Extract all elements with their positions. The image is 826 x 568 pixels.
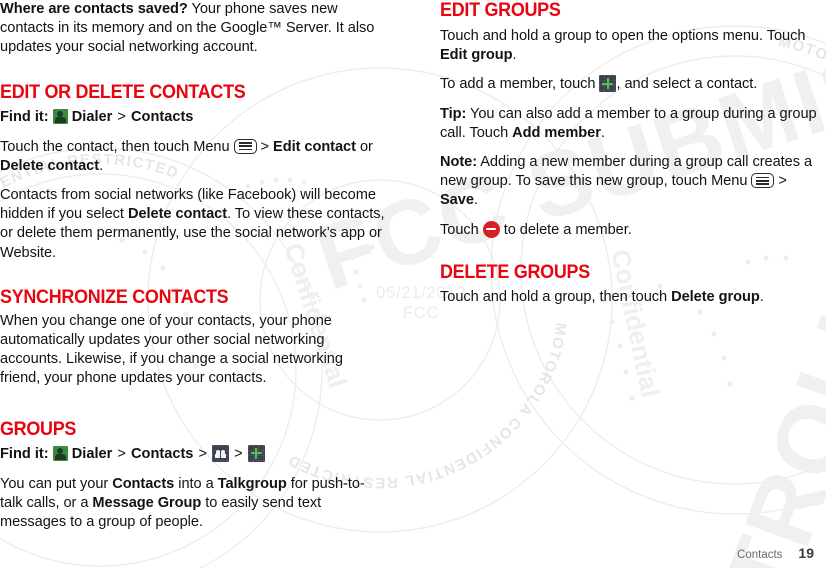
talkgroup-label: Talkgroup: [217, 475, 287, 492]
findit-separator: >: [117, 445, 126, 462]
text-run: .: [99, 157, 104, 174]
group-app-icon[interactable]: [212, 444, 230, 462]
edit-groups-paragraph-1: Touch and hold a group to open the optio…: [440, 27, 826, 65]
note-label: Note:: [440, 154, 478, 171]
intro-paragraph: Where are contacts saved? Your phone sav…: [0, 0, 386, 58]
synchronize-paragraph-1: When you change one of your contacts, yo…: [0, 312, 343, 387]
delete-groups-paragraph-1: Touch and hold a group, then touch Delet…: [440, 288, 826, 307]
findit-dialer: Dialer: [71, 108, 113, 125]
findit-separator: >: [234, 445, 243, 462]
text-run: You can put your: [0, 475, 113, 492]
findit-label: Find it:: [0, 108, 49, 125]
section-edit-delete-contacts: Edit or delete contacts: [0, 82, 386, 102]
text-run: Touch: [440, 221, 483, 238]
delete-contact-label: Delete contact: [127, 206, 228, 223]
findit-contacts: Contacts: [130, 445, 194, 462]
remove-minus-icon[interactable]: [482, 220, 500, 238]
section-groups: Groups: [0, 419, 386, 439]
intro-lead: Where are contacts saved?: [0, 1, 188, 17]
section-delete-groups: Delete groups: [440, 262, 826, 282]
heading-edit-groups: Edit groups: [440, 0, 561, 21]
heading-synchronize-contacts: Synchronize contacts: [0, 285, 229, 308]
edit-groups-tip: Tip: You can also add a member to a grou…: [440, 105, 826, 143]
menu-key-icon[interactable]: [233, 138, 257, 154]
findit-groups: Find it: Dialer > Contacts > >: [0, 444, 386, 465]
delete-group-label: Delete group: [671, 288, 760, 305]
left-column: Where are contacts saved? Your phone sav…: [0, 0, 386, 542]
tip-label: Tip:: [440, 105, 467, 122]
add-plus-icon[interactable]: [247, 444, 265, 462]
edit-groups-paragraph-2: To add a member, touch , and select a co…: [440, 75, 826, 94]
edit-delete-paragraph-2: Contacts from social networks (like Face…: [0, 186, 386, 263]
text-run: To add a member, touch: [440, 76, 600, 93]
edit-groups-note: Note: Adding a new member during a group…: [440, 153, 826, 211]
delete-contact-label: Delete contact: [0, 157, 100, 174]
dialer-app-icon[interactable]: [52, 108, 68, 124]
footer-page-number: 19: [798, 545, 814, 561]
text-run: Touch and hold a group, then touch: [440, 288, 672, 305]
text-run: >: [256, 138, 274, 155]
text-run: Touch the contact, then touch Menu: [0, 138, 234, 155]
edit-delete-paragraph-1: Touch the contact, then touch Menu > Edi…: [0, 138, 386, 176]
message-group-label: Message Group: [92, 494, 202, 511]
text-run: into a: [174, 475, 218, 492]
findit-label: Find it:: [0, 445, 49, 462]
edit-groups-remove-member: Touch to delete a member.: [440, 220, 826, 240]
add-plus-icon[interactable]: [599, 75, 617, 93]
menu-key-icon[interactable]: [751, 173, 775, 189]
text-run: .: [759, 288, 764, 305]
heading-groups: Groups: [0, 417, 77, 440]
findit-dialer: Dialer: [71, 445, 113, 462]
text-run: >: [774, 173, 787, 190]
contacts-label: Contacts: [112, 475, 175, 492]
document-page: MOTOROLA CONFIDENTIAL RESTRICTED MOTOROL…: [0, 0, 826, 568]
page-content: Where are contacts saved? Your phone sav…: [0, 0, 826, 568]
text-run: to delete a member.: [499, 221, 632, 238]
edit-group-label: Edit group: [440, 47, 513, 64]
findit-contacts: Contacts: [130, 108, 194, 125]
section-synchronize-contacts: Synchronize contacts: [0, 287, 386, 307]
text-run: .: [600, 124, 605, 141]
page-footer: Contacts 19: [737, 545, 814, 561]
add-member-label: Add member: [512, 124, 601, 141]
heading-delete-groups: Delete groups: [440, 260, 590, 283]
findit-separator: >: [198, 445, 208, 462]
text-run: or: [355, 138, 373, 155]
heading-edit-or-delete-contacts: Edit or delete contacts: [0, 80, 246, 103]
text-run: .: [512, 47, 517, 64]
section-edit-groups: Edit groups: [440, 0, 826, 20]
text-run: You can also add a member to a group dur…: [440, 105, 817, 141]
findit-edit-delete: Find it: Dialer > Contacts: [0, 107, 386, 128]
save-label: Save: [440, 192, 474, 209]
text-run: .: [473, 192, 478, 209]
footer-section-label: Contacts: [737, 549, 783, 561]
text-run: Touch and hold a group to open the optio…: [440, 28, 806, 44]
groups-paragraph-1: You can put your Contacts into a Talkgro…: [0, 475, 386, 533]
dialer-app-icon[interactable]: [52, 445, 68, 461]
findit-separator: >: [117, 108, 126, 125]
right-column: Edit groups Touch and hold a group to op…: [440, 0, 826, 317]
text-run: , and select a contact.: [616, 76, 758, 93]
edit-contact-label: Edit contact: [273, 138, 356, 155]
